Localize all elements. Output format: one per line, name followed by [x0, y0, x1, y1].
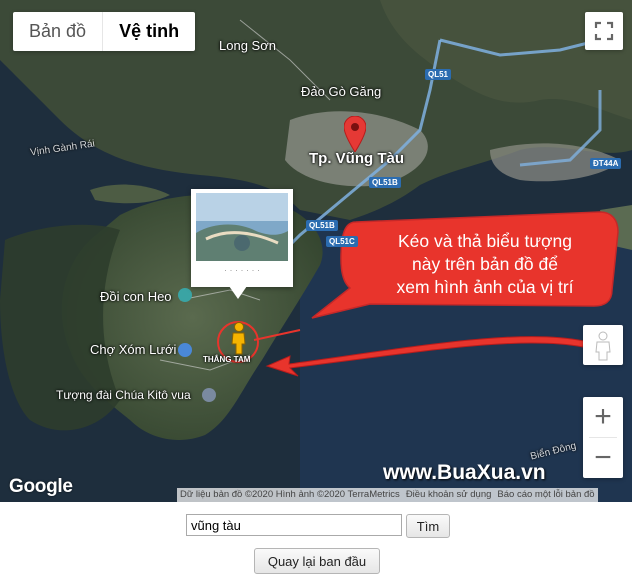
zoom-out-icon: −: [594, 441, 612, 474]
reset-view-button[interactable]: Quay lại ban đầu: [254, 548, 380, 574]
zoom-in-button[interactable]: +: [583, 397, 623, 437]
zoom-control: + −: [583, 397, 623, 478]
fullscreen-icon: [594, 21, 614, 41]
map-attribution: Dữ liệu bản đồ ©2020 Hình ảnh ©2020 Terr…: [177, 488, 598, 502]
place-label: Tượng đài Chúa Kitô vua: [56, 388, 191, 402]
street-view-caption: · · · · · · ·: [224, 265, 260, 275]
road-shield: QL51B: [306, 220, 338, 231]
road-shield: ĐT44A: [590, 158, 622, 169]
pegman-icon: [595, 331, 611, 361]
pegman-icon[interactable]: [228, 322, 248, 356]
road-shield: QL51C: [326, 236, 358, 247]
landmark-icon: [202, 388, 216, 402]
zoom-out-button[interactable]: −: [583, 438, 623, 478]
place-label: Đảo Gò Găng: [301, 84, 382, 99]
search-button[interactable]: Tìm: [406, 514, 450, 538]
site-watermark: www.BuaXua.vn: [383, 461, 546, 484]
callout-line: này trên bản đồ để: [412, 254, 558, 274]
road-shield: QL51B: [369, 177, 401, 188]
search-row: Tìm: [186, 514, 450, 538]
place-label: Chợ Xóm Lưới: [90, 342, 177, 357]
callout-line: xem hình ảnh của vị trí: [396, 277, 574, 297]
place-label: Long Sơn: [219, 38, 276, 53]
search-input[interactable]: [186, 514, 402, 536]
map-type-map-button[interactable]: Bản đồ: [13, 12, 102, 51]
fullscreen-button[interactable]: [585, 12, 623, 50]
attribution-data: Dữ liệu bản đồ ©2020 Hình ảnh ©2020 Terr…: [177, 488, 403, 502]
zoom-in-icon: +: [594, 400, 612, 433]
park-icon: [178, 288, 192, 302]
place-label: Tp. Vũng Tàu: [309, 150, 404, 167]
place-label: Đồi con Heo: [100, 289, 172, 304]
report-error-link[interactable]: Báo cáo một lỗi bản đồ: [494, 488, 598, 502]
map-marker-icon[interactable]: [344, 116, 366, 152]
callout-line: Kéo và thả biểu tượng: [397, 231, 572, 251]
map-view[interactable]: Long Sơn Đảo Gò Găng Vịnh Gành Rái Tp. V…: [0, 0, 632, 502]
map-type-satellite-button[interactable]: Vệ tinh: [102, 12, 195, 51]
google-logo: Google: [9, 476, 73, 497]
terms-link[interactable]: Điều khoản sử dụng: [402, 488, 495, 502]
road-shield: QL51: [425, 69, 452, 80]
street-view-pegman-button[interactable]: [583, 325, 623, 365]
shopping-icon: [178, 343, 192, 357]
street-view-pointer: [229, 286, 247, 299]
callout-text: Kéo và thả biểu tượng này trên bản đồ để…: [360, 230, 610, 299]
street-view-thumbnail: [196, 193, 288, 261]
street-view-preview[interactable]: · · · · · · ·: [191, 189, 293, 287]
place-label: THẮNG TAM: [203, 355, 251, 364]
map-type-control: Bản đồ Vệ tinh: [13, 12, 196, 51]
